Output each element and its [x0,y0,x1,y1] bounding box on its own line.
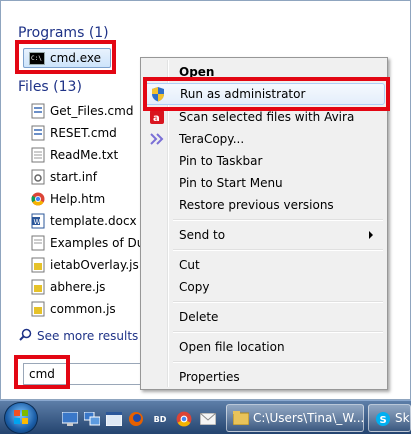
taskbar-button-label: C:\Users\Tina\_W... [253,411,364,425]
file-result-help[interactable]: Help.htm [31,189,105,209]
menu-item-delete[interactable]: Delete [143,306,385,328]
menu-item-run-as-administrator[interactable]: Run as administrator [143,83,385,105]
file-result-label: RESET.cmd [50,126,117,140]
programs-section-header[interactable]: Programs (1) [18,25,109,41]
menu-item-pin-taskbar[interactable]: Pin to Taskbar [143,150,385,172]
chrome-icon [31,191,45,207]
menu-separator [173,301,383,303]
text-file-icon [31,147,45,163]
menu-item-scan-avira[interactable]: a Scan selected files with Avira [143,106,385,128]
file-result-label: common.js [50,302,116,316]
svg-text:S: S [380,415,387,426]
menu-item-send-to[interactable]: Send to [143,224,385,246]
search-icon [19,328,32,344]
settings-file-icon [31,169,45,185]
taskbar-button-explorer[interactable]: C:\Users\Tina\_W... [226,404,364,432]
taskbar-button-skype[interactable]: S Sk [368,404,411,432]
menu-item-cut[interactable]: Cut [143,254,385,276]
word-document-icon: W [31,213,45,229]
menu-separator [173,361,383,363]
file-result-label: start.inf [50,170,97,184]
menu-item-copy[interactable]: Copy [143,276,385,298]
see-more-label: See more results [37,329,139,343]
menu-item-restore-versions[interactable]: Restore previous versions [143,194,385,216]
files-section-header[interactable]: Files (13) [18,79,82,95]
windows-logo-icon [13,409,29,428]
uac-shield-icon [144,86,172,102]
svg-text:a: a [153,113,160,124]
file-result-reset[interactable]: RESET.cmd [31,123,117,143]
file-result-label: ietabOverlay.js [50,258,139,272]
file-result-label: abhere.js [50,280,106,294]
javascript-file-icon [31,279,45,295]
menu-item-pin-start-menu[interactable]: Pin to Start Menu [143,172,385,194]
firefox-icon[interactable] [128,411,144,427]
submenu-arrow-icon [369,231,373,239]
start-button[interactable] [4,402,38,434]
quick-launch-bd-icon[interactable]: BD [152,411,168,427]
file-result-label: Help.htm [50,192,106,206]
script-file-icon [31,103,45,119]
file-result-abhere[interactable]: abhere.js [31,277,105,297]
menu-item-open-file-location[interactable]: Open file location [143,336,385,358]
program-result-cmd[interactable]: C:\ cmd.exe [23,48,111,68]
file-result-template[interactable]: W template.docx [31,211,137,231]
program-result-label: cmd.exe [50,51,102,65]
file-result-get-files[interactable]: Get_Files.cmd [31,101,133,121]
menu-item-teracopy[interactable]: TeraCopy... [143,128,385,150]
mail-icon[interactable] [200,411,216,427]
folder-icon [232,411,250,426]
javascript-file-icon [31,257,45,273]
text-file-icon [31,235,45,251]
app-window-icon[interactable] [106,411,122,427]
skype-icon: S [375,411,391,426]
taskbar-button-label: Sk [395,411,410,425]
file-result-start-inf[interactable]: start.inf [31,167,97,187]
file-result-common[interactable]: common.js [31,299,116,319]
script-file-icon [31,125,45,141]
menu-item-open[interactable]: Open [143,61,385,83]
menu-separator [173,219,383,221]
teracopy-icon [143,133,171,145]
start-search-input[interactable]: cmd [23,363,151,385]
file-result-ietab-overlay[interactable]: ietabOverlay.js [31,255,139,275]
menu-item-properties[interactable]: Properties [143,366,385,388]
cmd-icon: C:\ [29,51,45,65]
taskbar: BD C:\Users\Tina\_W... S Sk [0,400,411,434]
avira-icon: a [143,110,171,124]
see-more-results-link[interactable]: See more results [19,328,138,344]
svg-text:W: W [34,218,41,226]
file-result-label: template.docx [50,214,137,228]
file-result-label: Get_Files.cmd [50,104,134,118]
network-icon[interactable] [84,411,100,427]
file-result-label: ReadMe.txt [50,148,119,162]
menu-separator [173,249,383,251]
menu-separator [173,331,383,333]
file-result-readme[interactable]: ReadMe.txt [31,145,118,165]
context-menu: Open Run as administrator a Scan selecte… [140,57,388,390]
show-desktop-icon[interactable] [62,411,78,427]
javascript-file-icon [31,301,45,317]
chrome-taskbar-icon[interactable] [176,411,192,427]
